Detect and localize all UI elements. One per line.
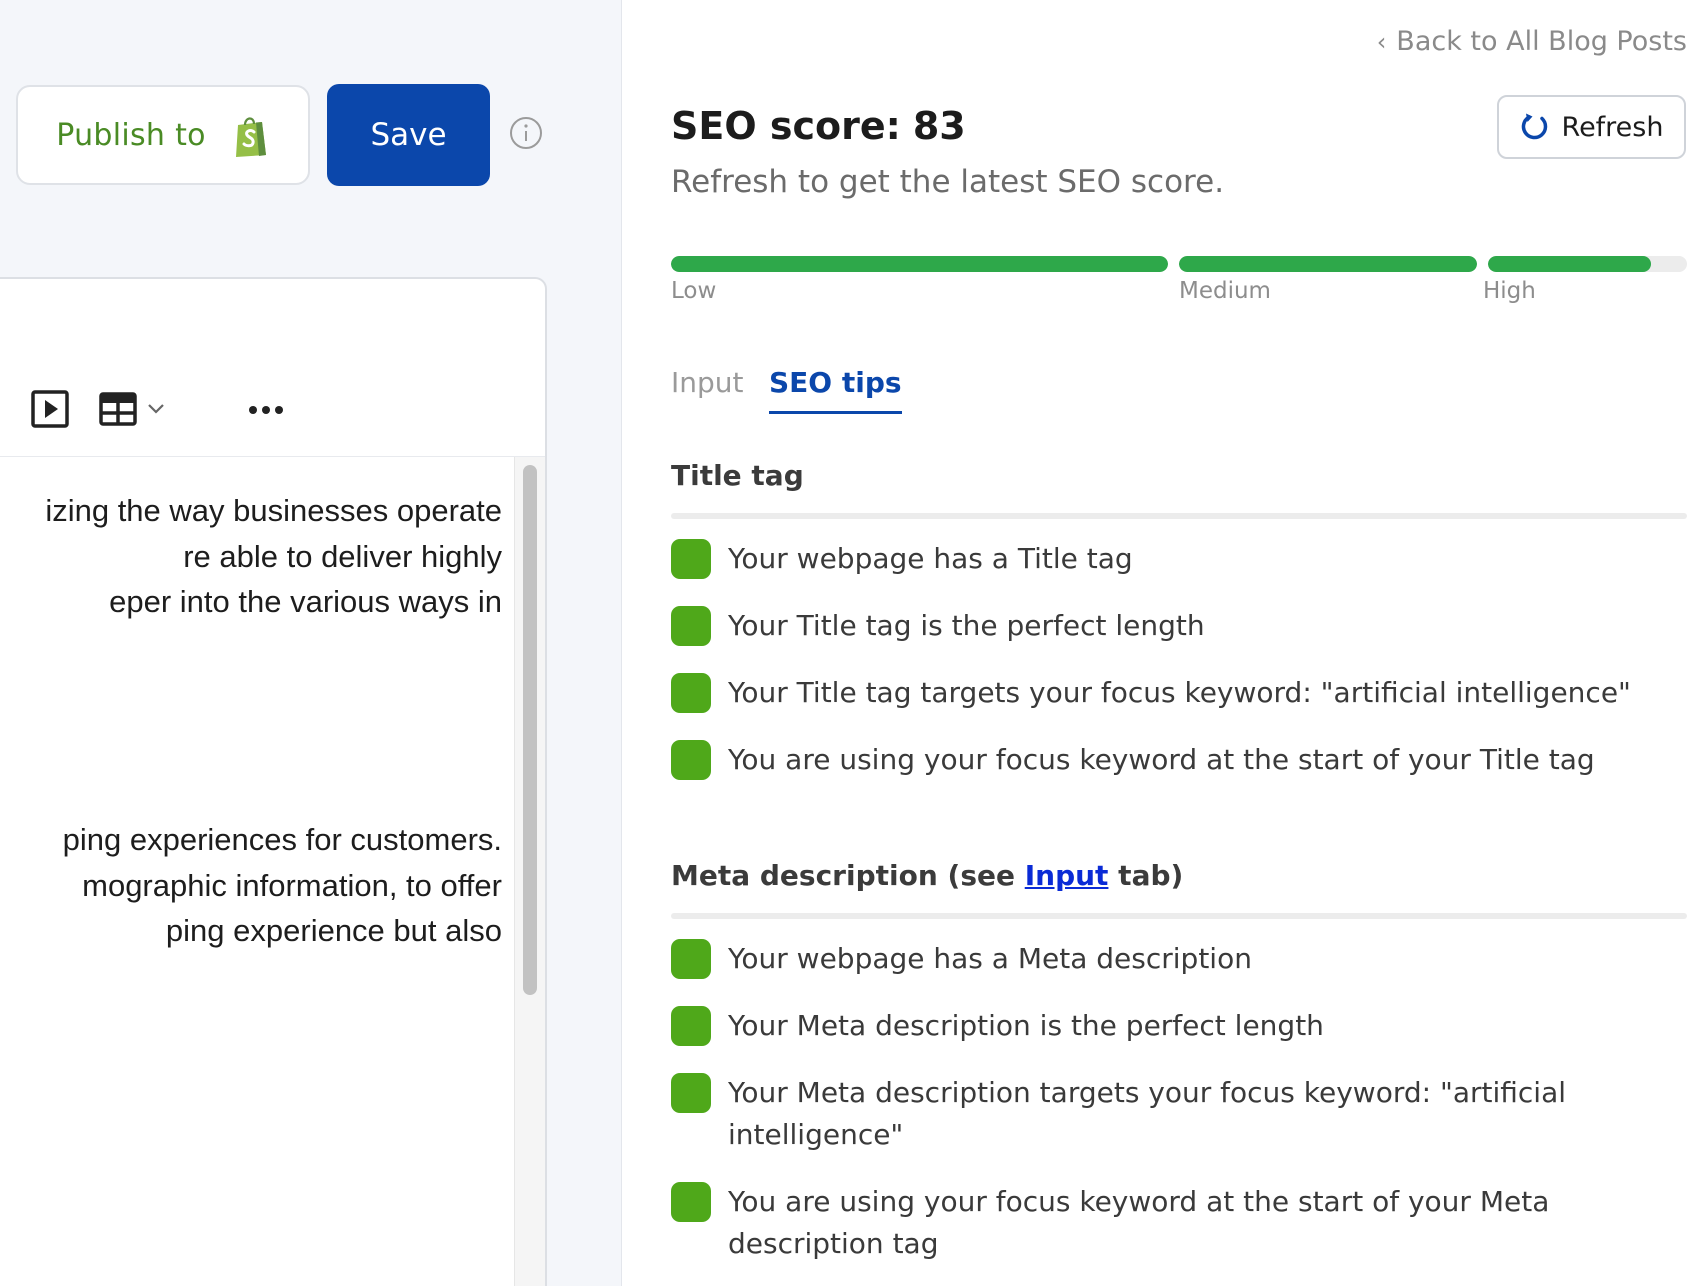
seo-check-item: You are using your focus keyword at the … <box>671 1181 1681 1265</box>
score-bar-low <box>671 256 1168 272</box>
editor-text-line: eper into the various ways in <box>109 584 502 619</box>
seo-check-item: You are using your focus keyword at the … <box>671 739 1681 781</box>
editor-toolbar <box>0 279 545 457</box>
score-bar-label-low: Low <box>671 278 717 304</box>
editor-text-line: ping experiences for customers. <box>62 822 502 857</box>
seo-check-text: Your webpage has a Meta description <box>728 942 1252 975</box>
editor-text-line: re able to deliver highly <box>183 538 502 574</box>
more-icon[interactable] <box>248 405 284 415</box>
seo-score-label: SEO score: <box>671 104 901 148</box>
seo-check-item: Your Title tag is the perfect length <box>671 605 1681 647</box>
check-status-icon <box>671 606 711 646</box>
editor-paragraph[interactable]: izing the way businesses operate re able… <box>0 488 502 625</box>
check-status-icon <box>671 1073 711 1113</box>
check-status-icon <box>671 939 711 979</box>
seo-check-text: Your Title tag targets your focus keywor… <box>728 676 1631 709</box>
seo-check-item: Your Meta description targets your focus… <box>671 1072 1681 1156</box>
input-tab-link[interactable]: Input <box>1025 859 1109 892</box>
editor-pane: Publish to Save izing the way businesses… <box>0 0 622 1286</box>
editor-paragraph[interactable]: ping experiences for customers. mographi… <box>0 817 502 954</box>
back-link-label: Back to All Blog Posts <box>1396 26 1687 57</box>
seo-check-item: Your Title tag targets your focus keywor… <box>671 672 1681 714</box>
editor-text-line: ping experience but also <box>165 913 502 948</box>
score-bar-fill <box>671 256 1168 272</box>
seo-check-text: Your webpage has a Title tag <box>728 542 1133 575</box>
section-title-tag-heading: Title tag <box>671 459 804 492</box>
save-button[interactable]: Save <box>327 84 490 186</box>
seo-check-text: You are using your focus keyword at the … <box>728 1185 1550 1260</box>
publish-to-shopify-button[interactable]: Publish to <box>16 85 310 185</box>
seo-check-text: Your Meta description is the perfect len… <box>728 1009 1324 1042</box>
table-icon[interactable] <box>99 392 137 426</box>
check-status-icon <box>671 1006 711 1046</box>
check-status-icon <box>671 673 711 713</box>
publish-label: Publish to <box>56 117 206 153</box>
seo-score-value: 83 <box>912 104 966 148</box>
editor-text-line: mographic information, to offer <box>82 867 502 903</box>
back-to-blog-posts-link[interactable]: ‹ Back to All Blog Posts <box>1377 26 1687 57</box>
refresh-icon <box>1521 113 1547 140</box>
seo-check-item: Your Meta description is the perfect len… <box>671 1005 1681 1047</box>
video-icon[interactable] <box>31 390 69 428</box>
check-status-icon <box>671 539 711 579</box>
check-status-icon <box>671 740 711 780</box>
info-icon[interactable] <box>509 116 543 150</box>
tab-input[interactable]: Input <box>671 366 744 399</box>
editor-text-line: izing the way businesses operate <box>45 493 502 528</box>
seo-check-text: Your Title tag is the perfect length <box>728 609 1205 642</box>
score-bar-fill <box>1179 256 1477 272</box>
seo-score-subtitle: Refresh to get the latest SEO score. <box>671 164 1225 200</box>
chevron-down-icon[interactable] <box>147 403 165 415</box>
scrollbar-thumb[interactable] <box>523 465 537 995</box>
seo-check-text: You are using your focus keyword at the … <box>728 743 1595 776</box>
shopify-icon <box>235 117 266 157</box>
section-heading-text: tab) <box>1108 859 1184 892</box>
refresh-button[interactable]: Refresh <box>1497 95 1686 159</box>
editor-scrollbar[interactable] <box>514 457 545 1286</box>
seo-check-text: Your Meta description targets your focus… <box>728 1076 1567 1151</box>
seo-check-item: Your webpage has a Meta description <box>671 938 1681 980</box>
section-heading-text: Meta description (see <box>671 859 1025 892</box>
rich-text-editor[interactable]: izing the way businesses operate re able… <box>0 277 547 1286</box>
score-bar-high <box>1488 256 1687 272</box>
check-status-icon <box>671 1182 711 1222</box>
seo-score-title: SEO score: 83 <box>671 104 966 148</box>
section-meta-description-heading: Meta description (see Input tab) <box>671 859 1183 892</box>
seo-check-item: Your webpage has a Title tag <box>671 538 1681 580</box>
section-divider <box>671 913 1687 919</box>
tab-seo-tips[interactable]: SEO tips <box>769 366 902 414</box>
score-bar-label-high: High <box>1483 278 1536 304</box>
score-bar-label-medium: Medium <box>1179 278 1271 304</box>
score-bar-fill <box>1488 256 1652 272</box>
section-divider <box>671 513 1687 519</box>
score-bar-medium <box>1179 256 1477 272</box>
refresh-label: Refresh <box>1561 111 1664 143</box>
chevron-left-icon: ‹ <box>1376 27 1387 56</box>
